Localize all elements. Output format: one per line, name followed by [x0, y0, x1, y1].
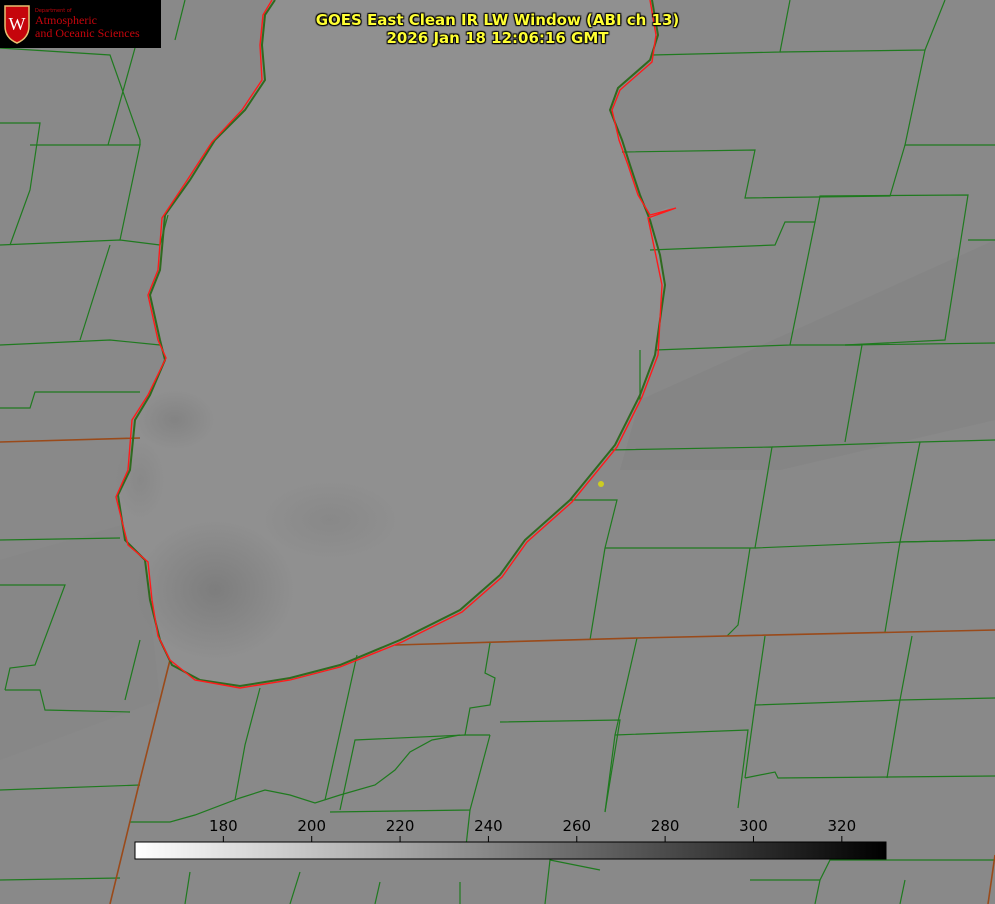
lake-shading [260, 480, 400, 560]
colorbar-tick-label: 260 [562, 817, 591, 835]
lake-shading [115, 440, 165, 520]
colorbar-tick-label: 220 [386, 817, 415, 835]
colorbar-tick-label: 280 [651, 817, 680, 835]
location-marker [598, 481, 604, 487]
colorbar-tick-label: 180 [209, 817, 238, 835]
colorbar-tick-label: 240 [474, 817, 503, 835]
colorbar-tick-label: 320 [828, 817, 857, 835]
colorbar-tick-label: 200 [297, 817, 326, 835]
colorbar-bar [134, 841, 887, 860]
image-timestamp: 2026 Jan 18 12:06:16 GMT [386, 29, 609, 47]
image-title: GOES East Clean IR LW Window (ABI ch 13) [315, 11, 680, 29]
satellite-viewer[interactable]: 180 200 220 240 260 280 300 320 [0, 0, 995, 904]
colorbar-tick-label: 300 [739, 817, 768, 835]
